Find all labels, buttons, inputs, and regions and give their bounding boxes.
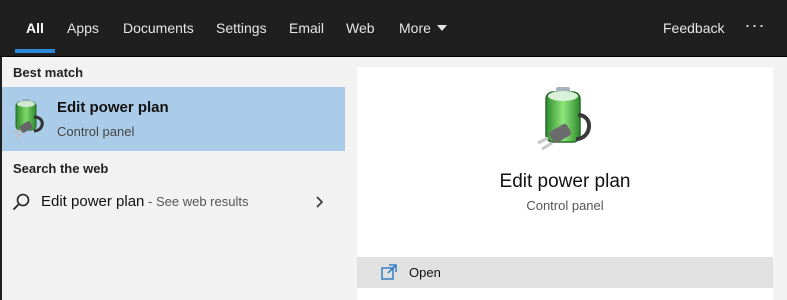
search-scope-bar: All Apps Documents Settings Email Web Mo… [0,0,787,57]
search-web-header: Search the web [13,161,109,176]
open-label: Open [409,265,441,280]
power-plan-icon [537,87,591,151]
open-icon [381,264,397,280]
best-match-header: Best match [13,65,84,80]
tab-more-label: More [399,20,431,36]
power-plan-icon [13,99,44,138]
preview-title: Edit power plan [499,171,631,192]
best-match-item[interactable]: Edit power plan Control panel [2,87,345,151]
web-search-item[interactable]: Edit power plan - See web results [2,185,345,219]
web-search-text: Edit power plan - See web results [41,193,248,210]
chevron-right-icon[interactable] [315,193,325,211]
divider [357,243,773,257]
tab-email[interactable]: Email [289,0,324,56]
preview-card: Edit power plan Control panel [357,67,773,243]
preview-subtitle: Control panel [526,198,604,213]
tab-documents[interactable]: Documents [123,0,194,56]
best-match-subtitle: Control panel [57,124,135,139]
web-search-suffix: - See web results [144,194,249,209]
feedback-button[interactable]: Feedback [663,0,724,56]
results-panel: Best match Edit power plan Control panel… [2,57,345,300]
tab-more[interactable]: More [399,0,447,56]
chevron-down-icon [436,25,447,32]
tab-apps[interactable]: Apps [67,0,99,56]
web-search-query: Edit power plan [41,193,145,210]
search-icon [12,193,30,211]
tab-all[interactable]: All [15,0,55,56]
more-options-icon[interactable]: ··· [744,0,766,56]
tab-web[interactable]: Web [346,0,375,56]
preview-footer [357,288,773,300]
open-action[interactable]: Open [357,257,773,288]
best-match-title: Edit power plan [57,99,169,116]
tab-settings[interactable]: Settings [216,0,267,56]
